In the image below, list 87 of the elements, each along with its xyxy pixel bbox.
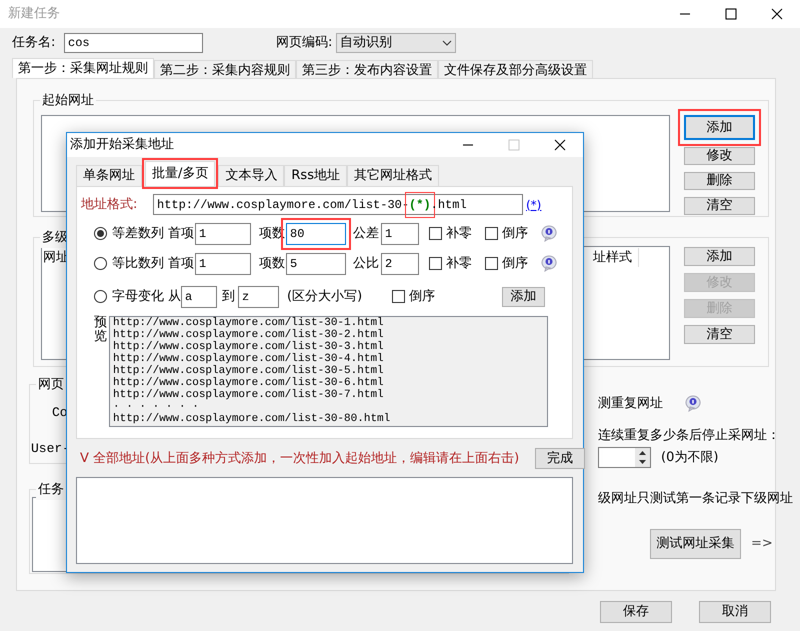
- all-urls-label: V 全部地址(从上面多种方式添加，一次性加入起始地址，编辑请在上面右击): [80, 450, 520, 468]
- preview-line: http://www.cosplaymore.com/list-30-6.html: [113, 377, 385, 389]
- input-field[interactable]: 1: [195, 222, 251, 244]
- tab[interactable]: 第一步：采集网址规则: [12, 58, 154, 78]
- preview-line: http://www.cosplaymore.com/list-30-4.html: [113, 353, 385, 365]
- input-field[interactable]: 5: [286, 252, 346, 274]
- chevron-down-icon: [442, 40, 452, 46]
- checkbox-label: 补零: [446, 254, 472, 273]
- tab[interactable]: 文件保存及部分高级设置: [438, 60, 593, 78]
- field-label: 项数: [259, 254, 286, 273]
- input-field[interactable]: a: [181, 286, 217, 308]
- preview-line: http://www.cosplaymore.com/list-30-7.html: [113, 389, 385, 401]
- checkbox-label: 倒序: [502, 254, 528, 273]
- input-field[interactable]: z: [238, 286, 279, 308]
- preview-line: http://www.cosplaymore.com/list-30-2.html: [113, 329, 385, 341]
- encoding-dropdown[interactable]: 自动识别: [336, 33, 456, 53]
- tab[interactable]: 第二步：采集内容规则: [154, 60, 296, 78]
- button[interactable]: 完成: [535, 448, 585, 469]
- preview-line: http://www.cosplaymore.com/list-30-80.html: [113, 413, 392, 425]
- field-label: 公比: [353, 254, 380, 273]
- window-title: 新建任务: [8, 5, 60, 24]
- number-spinner[interactable]: [598, 447, 651, 468]
- checkbox-label: 倒序: [502, 224, 528, 243]
- dialog-title: 添加开始采集地址: [70, 136, 174, 154]
- preview-line: · · · · · · ·: [113, 401, 200, 413]
- radio-button[interactable]: [94, 227, 107, 240]
- radio-button[interactable]: [94, 257, 107, 270]
- help-icon[interactable]: [685, 395, 701, 412]
- button[interactable]: 添加: [684, 247, 755, 266]
- button[interactable]: 测试网址采集: [650, 528, 741, 558]
- input-field[interactable]: 2: [381, 252, 419, 274]
- option-label: 级网址只测试第一条记录下级网址: [598, 490, 793, 508]
- preview-line: http://www.cosplaymore.com/list-30-3.html: [113, 341, 385, 353]
- button[interactable]: 删除: [684, 172, 755, 190]
- tab[interactable]: 其它网址格式: [346, 165, 439, 186]
- checkbox[interactable]: [429, 257, 442, 270]
- option-hint: (0为不限): [661, 448, 718, 467]
- preview-label: 预览: [94, 316, 107, 346]
- spinner-arrows-icon[interactable]: [635, 448, 650, 467]
- tab[interactable]: Rss地址: [284, 165, 347, 186]
- option-label: 测重复网址: [598, 395, 663, 413]
- maximize-icon[interactable]: [725, 8, 737, 20]
- checkbox[interactable]: [485, 257, 498, 270]
- button[interactable]: 修改: [684, 147, 755, 165]
- field-label: 网页编码:: [276, 34, 334, 52]
- help-icon[interactable]: [541, 225, 557, 242]
- button[interactable]: 添加: [502, 286, 545, 306]
- option-label: 字母变化: [112, 288, 165, 306]
- button[interactable]: 保存: [600, 601, 672, 623]
- field-label: 到: [222, 288, 236, 306]
- button[interactable]: 清空: [684, 197, 755, 215]
- field-label: 首项: [168, 224, 195, 243]
- group-title: 任务: [36, 480, 66, 500]
- button[interactable]: 清空: [684, 325, 755, 344]
- input-field[interactable]: cos: [64, 33, 203, 53]
- field-label: 任务名:: [12, 34, 56, 52]
- checkbox[interactable]: [485, 227, 498, 240]
- all-urls-field[interactable]: [76, 477, 573, 564]
- button[interactable]: 取消: [699, 601, 771, 623]
- tab[interactable]: 第三步：发布内容设置: [296, 60, 438, 78]
- wildcard-link[interactable]: (*): [526, 196, 542, 214]
- input-field[interactable]: 1: [195, 252, 251, 274]
- tab[interactable]: 单条网址: [76, 165, 142, 186]
- preview-line: http://www.cosplaymore.com/list-30-5.html: [113, 365, 385, 377]
- option-label: 等差数列: [112, 224, 165, 243]
- close-icon[interactable]: [771, 8, 783, 20]
- option-label: 连续重复多少条后停止采网址：: [598, 426, 781, 444]
- checkbox[interactable]: [392, 290, 405, 303]
- tab[interactable]: 批量/多页: [145, 161, 216, 186]
- close-icon[interactable]: [554, 139, 566, 151]
- field-label: 从: [168, 288, 181, 306]
- user-agent-label: User-: [31, 440, 70, 458]
- preview-line: http://www.cosplaymore.com/list-30-1.html: [113, 317, 385, 329]
- tab[interactable]: 文本导入: [218, 165, 284, 186]
- input-field[interactable]: 1: [381, 222, 419, 244]
- help-icon[interactable]: [541, 255, 557, 272]
- checkbox[interactable]: [429, 227, 442, 240]
- column-header: 址样式: [593, 248, 639, 268]
- option-label: 等比数列: [112, 254, 165, 273]
- checkbox-label: 补零: [446, 224, 472, 243]
- arrow-label: =>: [751, 534, 773, 553]
- radio-button[interactable]: [94, 290, 107, 303]
- checkbox-label: 倒序: [409, 288, 435, 306]
- field-label: 公差: [353, 224, 380, 243]
- field-label: 首项: [168, 254, 195, 273]
- hint-label: (区分大小写): [287, 288, 364, 306]
- field-label: 地址格式:: [81, 196, 138, 214]
